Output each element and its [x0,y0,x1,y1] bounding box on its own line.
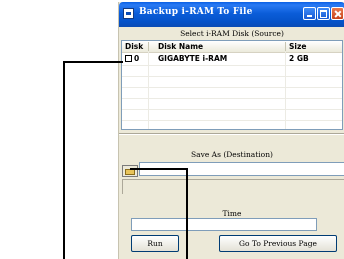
close-icon[interactable] [331,7,344,20]
title-bar[interactable]: Backup i-RAM To File [119,2,344,27]
callout-line-source [63,61,123,63]
column-header-disk-name[interactable]: Disk Name [158,42,203,51]
disk-list-header: Disk Disk Name Size [122,41,342,53]
run-button[interactable]: Run [131,235,179,252]
disk-number: 0 [134,54,140,63]
column-header-disk[interactable]: Disk [125,42,143,51]
destination-caption: Save As (Destination) [191,150,273,159]
minimize-icon[interactable] [303,7,316,20]
table-row[interactable]: 0 GIGABYTE i-RAM 2 GB [122,54,342,64]
disk-size: 2 GB [289,54,309,63]
callout-line-destination [130,168,188,170]
source-caption: Select i-RAM Disk (Source) [180,29,284,38]
disk-list[interactable]: Disk Disk Name Size 0 GIGABYTE i-RAM 2 G… [121,40,343,130]
window-title: Backup i-RAM To File [139,7,253,17]
status-bar [122,179,344,194]
column-header-size[interactable]: Size [289,42,306,51]
disk-app-icon [123,8,134,19]
previous-page-button[interactable]: Go To Previous Page [219,235,337,252]
time-caption: Time [222,209,242,218]
checkbox-icon[interactable] [125,55,132,62]
folder-icon[interactable] [122,165,138,177]
maximize-icon[interactable] [317,7,330,20]
callout-line-destination-vertical [186,168,188,259]
disk-name: GIGABYTE i-RAM [158,54,228,63]
time-display [131,218,317,231]
divider-highlight [119,134,344,135]
callout-line-source-vertical [63,61,65,259]
backup-window: Backup i-RAM To File Select i-RAM Disk (… [118,2,344,259]
